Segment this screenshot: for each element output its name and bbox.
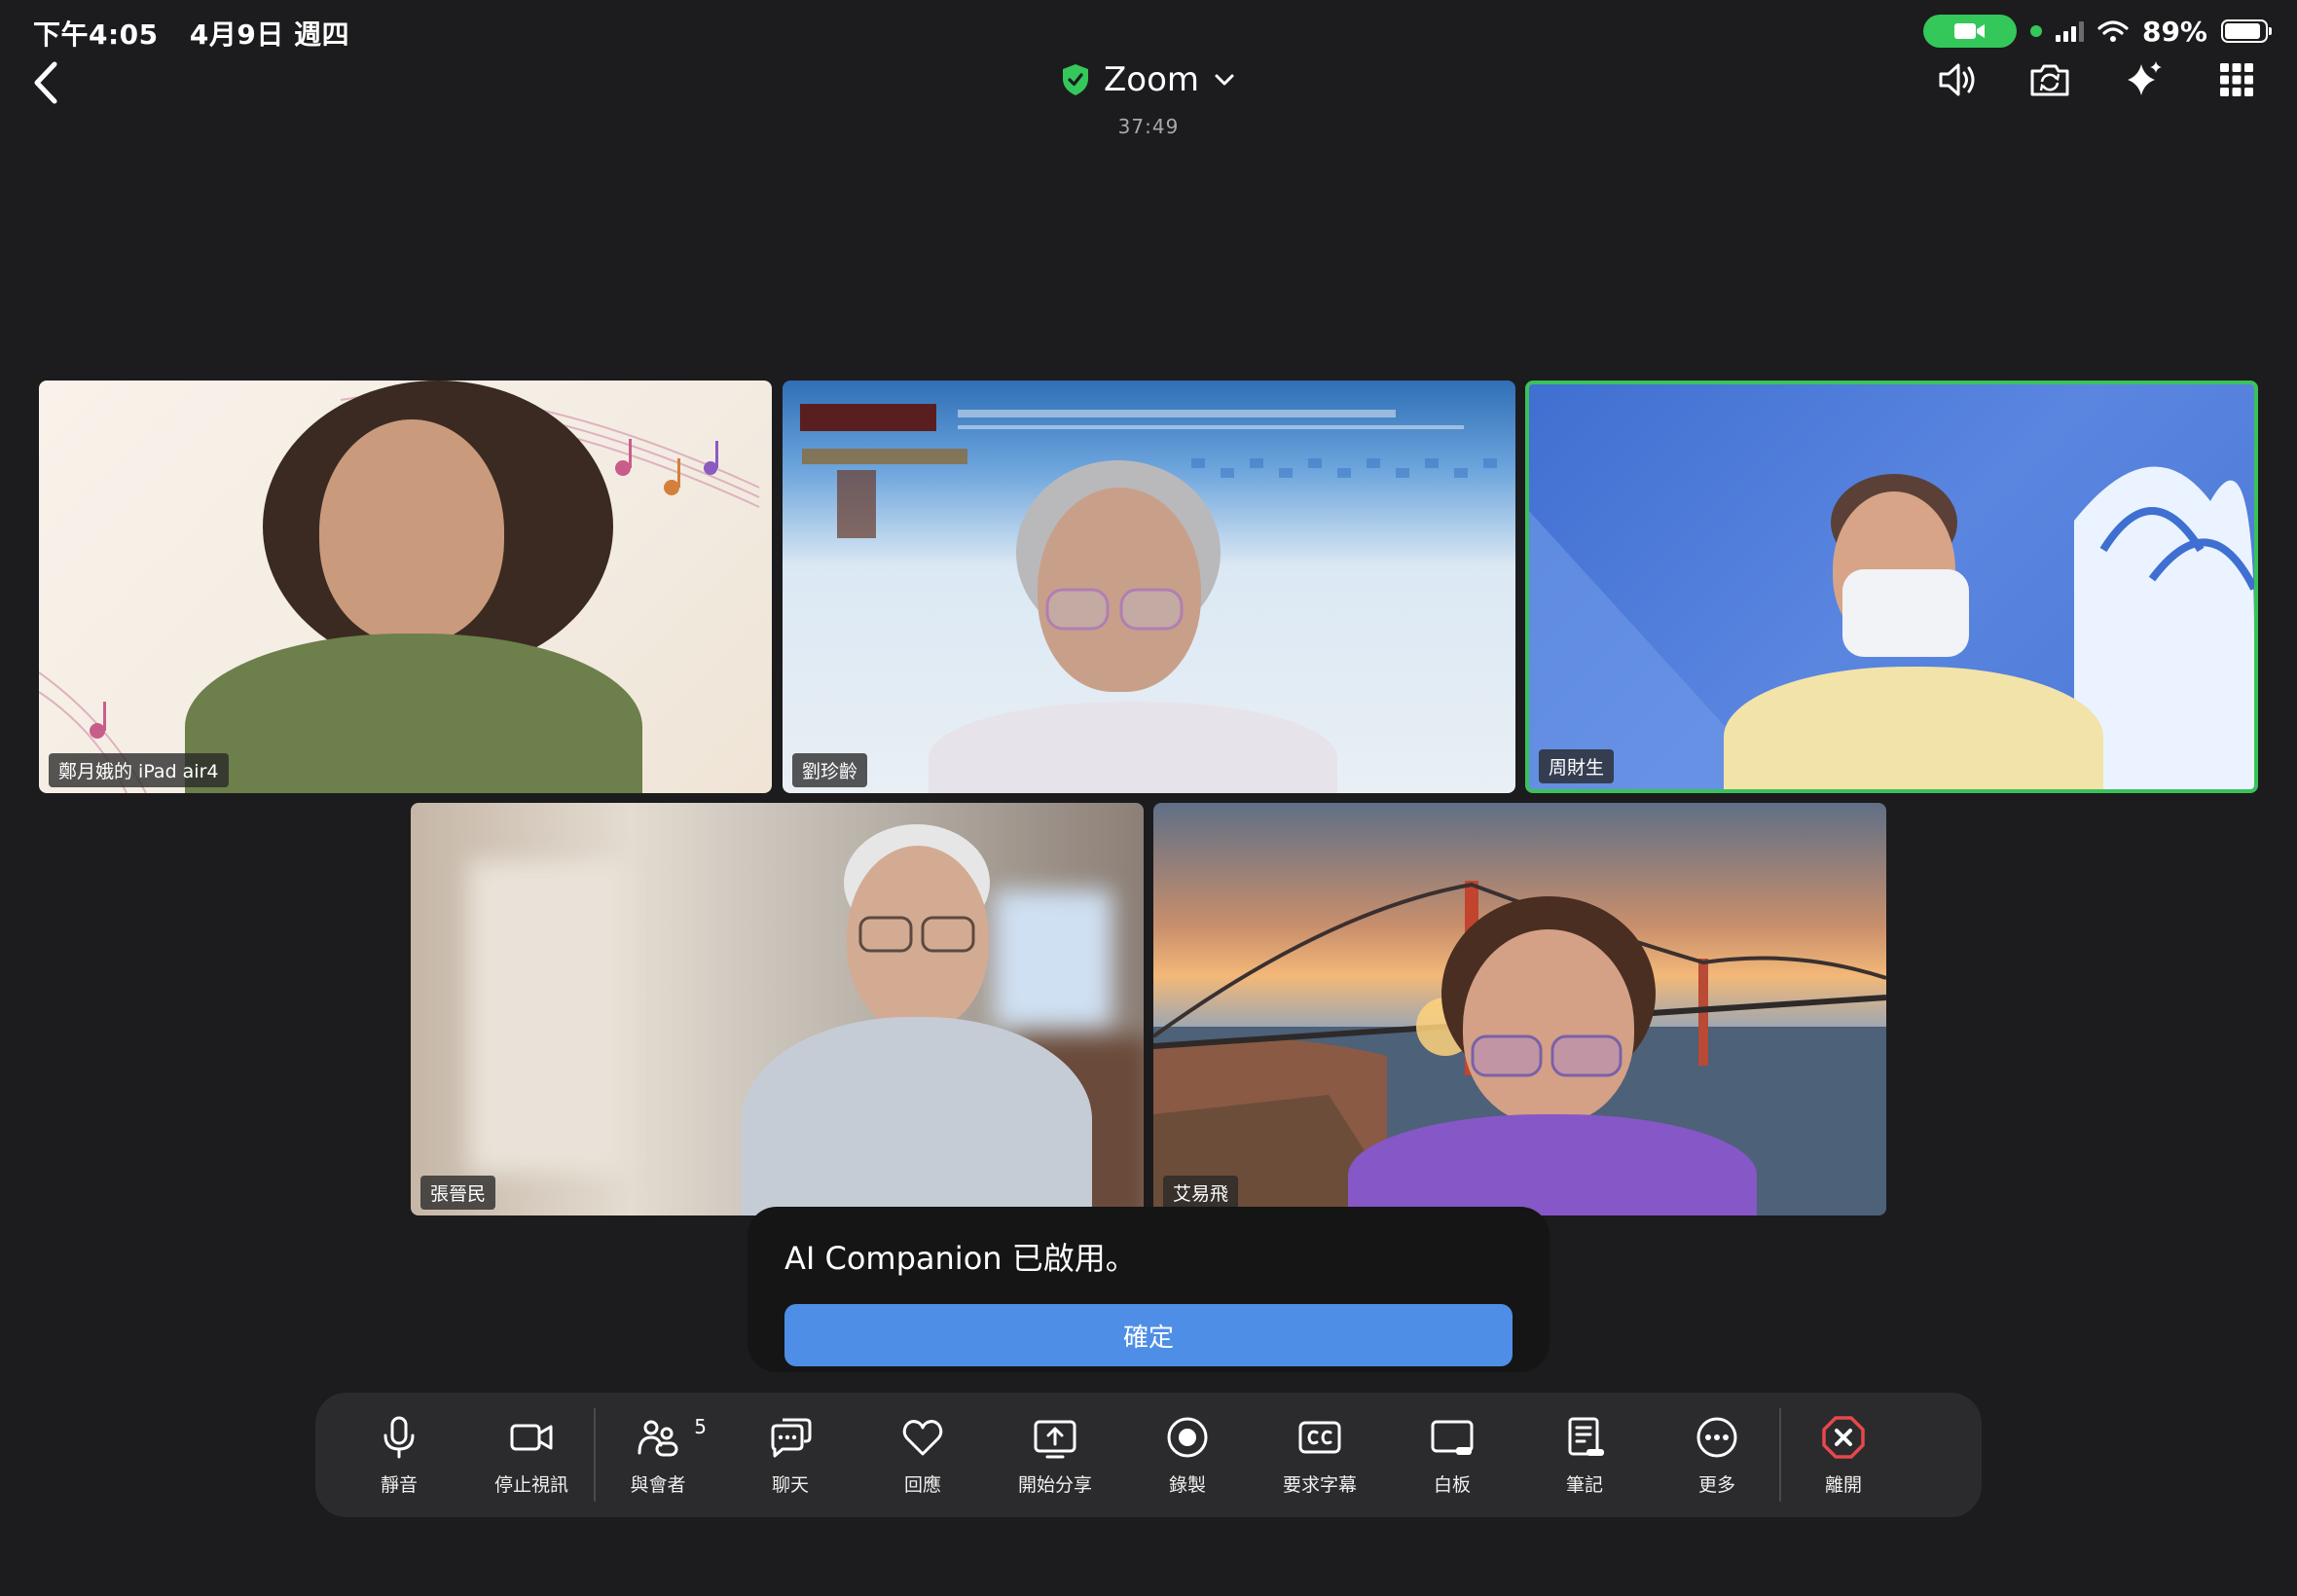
chat-button[interactable]: 聊天 (724, 1401, 857, 1508)
face-mask (1842, 569, 1969, 657)
shield-check-icon (1062, 64, 1088, 95)
meeting-toolbar: 靜音 停止視訊 5 與會者 聊天 回應 開始分享 錄製 要求字幕 白板 筆記 更… (315, 1393, 1982, 1517)
battery-icon (2221, 19, 2272, 43)
cellular-signal-icon (2055, 20, 2084, 42)
chevron-down-icon (1215, 74, 1234, 86)
leave-label: 離開 (1824, 1473, 1862, 1496)
stop-video-label: 停止視訊 (493, 1473, 568, 1496)
mic-in-use-dot (2029, 25, 2042, 37)
notes-button[interactable]: 筆記 (1518, 1401, 1651, 1508)
status-time: 下午4:05 (33, 18, 159, 51)
status-bar-left: 下午4:05 4月9日 週四 (33, 14, 371, 53)
participant-tile-5[interactable]: 艾易飛 (1153, 803, 1886, 1215)
reactions-label: 回應 (903, 1473, 941, 1496)
request-captions-button[interactable]: 要求字幕 (1254, 1401, 1386, 1508)
participant-tile-2[interactable]: 劉珍齡 (783, 381, 1515, 793)
header-actions (1935, 58, 2258, 101)
leave-icon (1822, 1415, 1865, 1459)
whiteboard-label: 白板 (1433, 1473, 1471, 1496)
more-label: 更多 (1697, 1473, 1735, 1496)
video-camera-icon (510, 1424, 553, 1450)
participant-name-tag: 鄭月娥的 iPad air4 (49, 753, 229, 787)
battery-level-fill (2225, 23, 2260, 39)
notes-label: 筆記 (1565, 1473, 1603, 1496)
speaker-icon (1939, 63, 1975, 96)
participant-name-tag: 周財生 (1539, 749, 1615, 783)
ai-companion-button[interactable] (2122, 58, 2165, 101)
participant-tile-3-active-speaker[interactable]: 周財生 (1525, 381, 2258, 793)
participant-name-tag: 張晉民 (420, 1176, 496, 1210)
more-button[interactable]: 更多 (1651, 1401, 1783, 1508)
participant-name-tag: 艾易飛 (1163, 1176, 1239, 1210)
leave-button[interactable]: 離開 (1777, 1401, 1910, 1508)
toast-message: AI Companion 已啟用。 (784, 1240, 1137, 1277)
closed-captions-icon (1298, 1421, 1341, 1453)
video-camera-icon (1953, 23, 1985, 39)
chat-bubble-icon (771, 1418, 812, 1457)
apps-grid-button[interactable] (2215, 58, 2258, 101)
share-screen-label: 開始分享 (1017, 1473, 1092, 1496)
whiteboard-icon (1431, 1420, 1474, 1455)
grid-icon (2220, 63, 2253, 96)
wifi-icon (2097, 20, 2129, 42)
sparkle-icon (2128, 61, 2162, 95)
share-screen-icon (1034, 1420, 1076, 1458)
request-captions-label: 要求字幕 (1282, 1473, 1357, 1496)
battery-percentage: 89% (2141, 15, 2207, 48)
participant-tile-1[interactable]: 鄭月娥的 iPad air4 (39, 381, 772, 793)
record-button[interactable]: 錄製 (1121, 1401, 1254, 1508)
record-label: 錄製 (1168, 1473, 1206, 1496)
mute-button[interactable]: 靜音 (333, 1401, 465, 1508)
participants-button[interactable]: 5 與會者 (592, 1401, 724, 1508)
notes-icon (1568, 1417, 1604, 1456)
meeting-title: Zoom (1103, 60, 1199, 99)
participant-name-tag: 劉珍齡 (792, 753, 868, 787)
meeting-timer: 37:49 (1117, 115, 1180, 138)
share-screen-button[interactable]: 開始分享 (989, 1401, 1121, 1508)
participant-body (742, 1017, 1092, 1215)
camera-switch-icon (2030, 64, 2069, 96)
microphone-icon (383, 1416, 415, 1458)
reactions-button[interactable]: 回應 (857, 1401, 989, 1508)
status-date: 4月9日 週四 (189, 18, 350, 51)
chat-label: 聊天 (771, 1473, 809, 1496)
participant-face (319, 419, 504, 643)
zoom-meeting-screen: 下午4:05 4月9日 週四 89% Zoom 37:49 鄭月娥的 iPad … (0, 0, 2297, 1596)
participant-tile-4[interactable]: 張晉民 (411, 803, 1144, 1215)
speaker-button[interactable] (1935, 58, 1978, 101)
more-icon (1696, 1417, 1737, 1457)
switch-camera-button[interactable] (2028, 58, 2071, 101)
heart-icon (902, 1419, 943, 1455)
participant-body (1724, 667, 2103, 789)
camera-in-use-indicator[interactable] (1922, 15, 2017, 48)
stop-video-button[interactable]: 停止視訊 (465, 1401, 598, 1508)
participants-icon (638, 1420, 678, 1456)
status-bar-right: 89% (1922, 12, 2272, 51)
whiteboard-button[interactable]: 白板 (1386, 1401, 1518, 1508)
participants-count-badge: 5 (694, 1415, 707, 1438)
confirm-button[interactable]: 確定 (784, 1304, 1513, 1366)
participants-label: 與會者 (630, 1473, 686, 1496)
record-icon (1167, 1417, 1208, 1457)
mute-label: 靜音 (380, 1473, 418, 1496)
ai-companion-toast: AI Companion 已啟用。 確定 (747, 1207, 1550, 1372)
